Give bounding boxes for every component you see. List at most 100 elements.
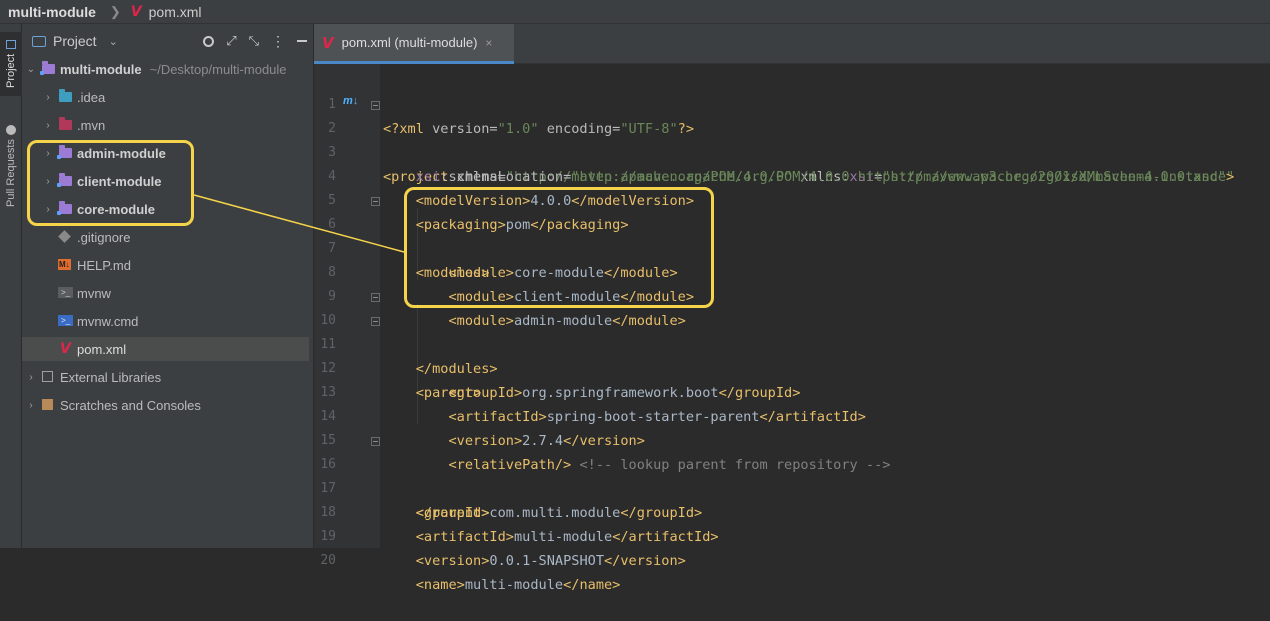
code-editor[interactable]: m↓ 1 <?xml version="1.0" encoding="UTF-8…: [314, 64, 1270, 593]
minimize-icon[interactable]: [297, 40, 307, 42]
tree-label-multi-module: multi-module: [60, 61, 142, 77]
project-panel: Project ⌄ ⤢ ⤡ ⋮ ⌄ multi-module ~/Desktop/…: [22, 24, 314, 548]
code-line-16: 16 </parent>: [314, 429, 1270, 521]
code-line-10: 10 </modules>: [314, 285, 1270, 377]
tree-label-core-module: core-module: [77, 201, 156, 217]
github-icon: [6, 124, 16, 135]
tree-row-mvnw-cmd[interactable]: >_ mvnw.cmd: [22, 309, 309, 333]
module-badge-icon: [57, 211, 61, 215]
code-line-17: 17 <groupId>com.multi.module</groupId>: [314, 453, 1270, 521]
tool-tab-pull-requests[interactable]: Pull Requests: [0, 110, 22, 222]
tool-tab-project-label: Project: [5, 53, 17, 89]
code-line-14: 14 <version>2.7.4</version>: [314, 381, 1270, 449]
tree-row-client-module[interactable]: › client-module: [22, 169, 309, 193]
tree-row-admin-module[interactable]: › admin-module: [22, 141, 309, 165]
folder-module-icon: [57, 173, 72, 187]
folder-module-icon: [40, 61, 55, 75]
code-text: <version>0.0.1-SNAPSHOT</version>: [415, 553, 686, 569]
code-line-3: 3 xsi:schemaLocation="http://maven.apach…: [314, 117, 1270, 185]
chevron-down-icon[interactable]: ⌄: [109, 35, 118, 48]
tree-row-pom-xml[interactable]: V pom.xml: [22, 337, 309, 361]
tree-label-mvnw-cmd: mvnw.cmd: [77, 313, 139, 329]
markdown-icon: M↓: [58, 259, 71, 270]
collapse-icon[interactable]: ⤡: [249, 33, 259, 49]
project-view-selector[interactable]: Project: [53, 33, 97, 49]
module-badge-icon: [40, 71, 44, 75]
folder-icon: [59, 89, 72, 102]
chevron-right-icon[interactable]: ›: [43, 92, 53, 103]
tree-row-core-module[interactable]: › core-module: [22, 197, 309, 221]
tree-row-mvn[interactable]: › .mvn: [22, 113, 309, 137]
git-icon: [58, 230, 71, 243]
breadcrumb-file[interactable]: pom.xml: [149, 4, 202, 20]
maven-icon: V: [60, 341, 71, 357]
tree-row-external-libraries[interactable]: › External Libraries: [22, 365, 309, 389]
tool-tab-pull-requests-label: Pull Requests: [5, 139, 17, 208]
line-number: 20: [320, 553, 336, 568]
chevron-right-icon[interactable]: ›: [43, 204, 53, 215]
tree-row-idea[interactable]: › .idea: [22, 85, 309, 109]
tool-window-strip: Project Pull Requests: [0, 24, 22, 548]
tree-path: ~/Desktop/multi-module: [149, 61, 287, 77]
folder-icon: [59, 117, 72, 130]
chevron-right-icon[interactable]: ›: [43, 120, 53, 131]
tree-label-mvnw: mvnw: [77, 285, 111, 301]
code-text: <name>multi-module</name>: [415, 577, 621, 593]
chevron-right-icon[interactable]: ›: [26, 372, 36, 383]
tree-label-mvn: .mvn: [77, 117, 106, 133]
tree-label-help-md: HELP.md: [77, 257, 131, 273]
tree-label-admin-module: admin-module: [77, 145, 166, 161]
project-view-icon: [32, 35, 46, 47]
chevron-right-icon[interactable]: ›: [43, 148, 53, 159]
fold-icon[interactable]: [371, 437, 380, 446]
project-icon: [6, 39, 16, 49]
tree-row-help-md[interactable]: M↓ HELP.md: [22, 253, 309, 277]
tree-label-client-module: client-module: [77, 173, 162, 189]
code-line-5: 5 <packaging>pom</packaging>: [314, 165, 1270, 233]
maven-logo-icon: V: [130, 3, 142, 20]
close-icon[interactable]: ×: [485, 36, 492, 50]
code-line-19: 19 <version>0.0.1-SNAPSHOT</version>: [314, 501, 1270, 569]
code-line-15: 15 <relativePath/> <!-- lookup parent fr…: [314, 405, 1270, 473]
maven-icon: V: [322, 33, 334, 52]
expand-icon[interactable]: ⤢: [226, 33, 236, 49]
code-line-18: 18 <artifactId>multi-module</artifactId>: [314, 477, 1270, 545]
fold-icon[interactable]: [371, 293, 380, 302]
code-line-9: 9 <module>admin-module</module>: [314, 261, 1270, 329]
code-line-20: 20 <name>multi-module</name>: [314, 525, 1270, 593]
code-line-6: 6 <modules>: [314, 189, 1270, 281]
tree-label-scratches: Scratches and Consoles: [60, 397, 201, 413]
tree-label-external-libraries: External Libraries: [60, 369, 162, 385]
tree-row-scratches[interactable]: › Scratches and Consoles: [22, 393, 309, 417]
target-icon[interactable]: [203, 35, 215, 47]
tree-row-multi-module[interactable]: ⌄ multi-module ~/Desktop/multi-module: [22, 57, 309, 81]
module-badge-icon: [57, 155, 61, 159]
tool-tab-project[interactable]: Project: [0, 32, 22, 96]
folder-module-icon: [57, 201, 72, 215]
chevron-down-icon[interactable]: ⌄: [26, 64, 36, 75]
project-panel-toolbar: ⤢ ⤡ ⋮: [203, 24, 307, 58]
chevron-right-icon[interactable]: ›: [26, 400, 36, 411]
tree-label-pom-xml: pom.xml: [77, 341, 127, 357]
chevron-right-icon: ❯: [109, 3, 121, 19]
code-line-7: 7 <module>core-module</module>: [314, 213, 1270, 281]
editor-tab-pom-xml[interactable]: V pom.xml (multi-module) ×: [314, 24, 514, 64]
code-line-11: 11 <parent>: [314, 309, 1270, 401]
tree-label-idea: .idea: [77, 89, 106, 105]
code-line-13: 13 <artifactId>spring-boot-starter-paren…: [314, 357, 1270, 425]
breadcrumb-project[interactable]: multi-module: [8, 4, 96, 20]
fold-icon[interactable]: [371, 101, 380, 110]
code-line-12: 12 <groupId>org.springframework.boot</gr…: [314, 333, 1270, 401]
code-line-1: 1 <?xml version="1.0" encoding="UTF-8"?>: [314, 69, 1270, 137]
fold-icon[interactable]: [371, 317, 380, 326]
fold-icon[interactable]: [371, 197, 380, 206]
editor-tab-bar: V pom.xml (multi-module) ×: [314, 24, 1270, 64]
module-badge-icon: [57, 183, 61, 187]
tree-row-mvnw[interactable]: >_ mvnw: [22, 281, 309, 305]
scratches-icon: [42, 399, 53, 410]
folder-module-icon: [57, 145, 72, 159]
chevron-right-icon[interactable]: ›: [43, 176, 53, 187]
tree-label-gitignore: .gitignore: [77, 229, 131, 245]
more-icon[interactable]: ⋮: [271, 33, 285, 50]
tree-row-gitignore[interactable]: .gitignore: [22, 225, 309, 249]
